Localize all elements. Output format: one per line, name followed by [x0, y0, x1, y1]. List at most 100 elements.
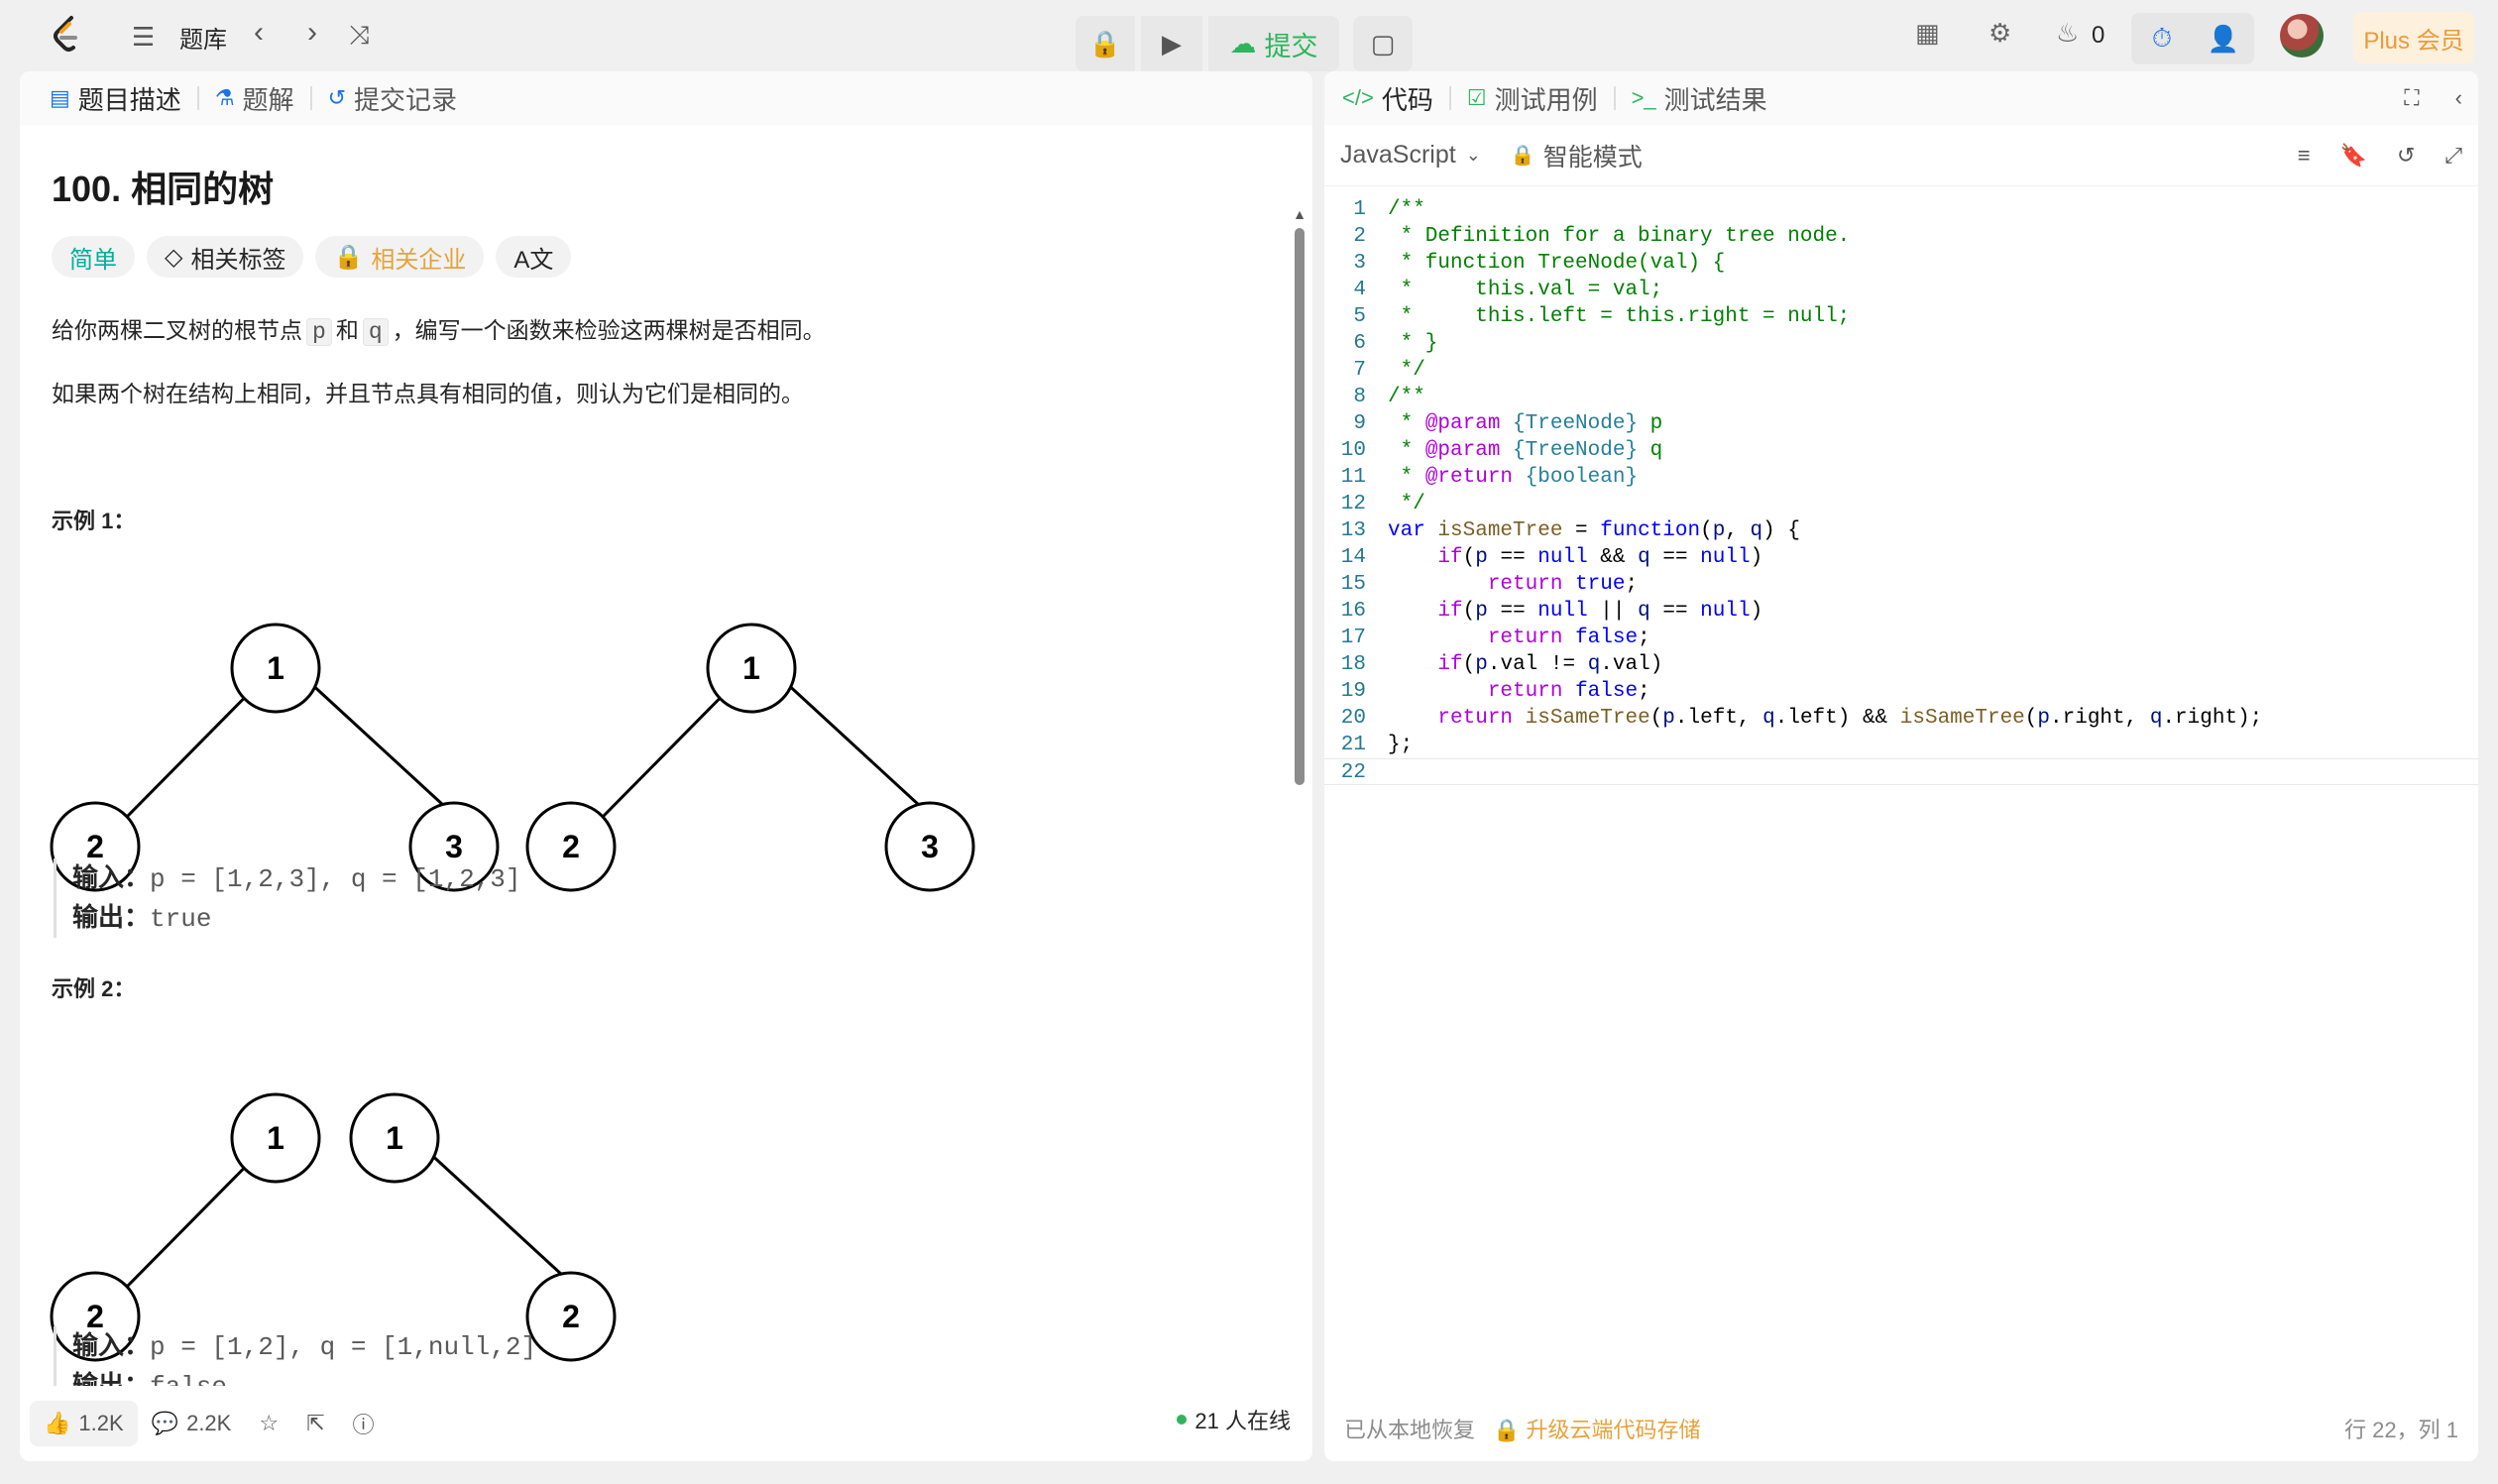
run-button[interactable]: ▶: [1141, 16, 1202, 71]
line-number: 20: [1340, 707, 1366, 730]
next-problem-icon[interactable]: ›: [307, 16, 317, 50]
code-text: var isSameTree = function(p, q) {: [1388, 519, 1800, 542]
code-line[interactable]: 16 if(p == null || q == null): [1324, 598, 2478, 625]
tab-testcases-label: 测试用例: [1494, 84, 1598, 115]
chevron-down-icon: ⌄: [1465, 145, 1481, 165]
code-line[interactable]: 2 * Definition for a binary tree node.: [1324, 223, 2478, 250]
code-line[interactable]: 14 if(p == null && q == null): [1324, 544, 2478, 571]
favorite-button[interactable]: ☆: [245, 1401, 292, 1446]
format-icon[interactable]: ≡: [2298, 143, 2311, 169]
code-text: * this.left = this.right = null;: [1388, 305, 1851, 328]
help-button[interactable]: ⓘ: [339, 1398, 389, 1449]
code-text: if(p == null && q == null): [1437, 546, 1763, 569]
leetcode-logo-icon[interactable]: [48, 14, 85, 56]
tree-node: 1: [386, 1120, 403, 1156]
code-line[interactable]: 21};: [1324, 732, 2478, 758]
streak-count: 0: [2092, 22, 2105, 49]
tab-result[interactable]: >_ 测试结果: [1622, 80, 1777, 117]
share-button[interactable]: ⇱: [292, 1401, 338, 1446]
code-line[interactable]: 11 * @return {boolean}: [1324, 464, 2478, 491]
problem-bottom-bar: 👍 1.2K 💬 2.2K ☆ ⇱ ⓘ 21 人在线: [20, 1386, 1312, 1461]
add-friend-icon[interactable]: 👤: [2193, 24, 2254, 55]
code-line[interactable]: 13 var isSameTree = function(p, q) {: [1324, 517, 2478, 544]
code-line[interactable]: 1 /**: [1324, 196, 2478, 223]
inline-code-p: p: [306, 318, 332, 346]
note-button[interactable]: ▢: [1353, 16, 1413, 71]
collapse-icon[interactable]: ‹: [2455, 85, 2462, 111]
timer-icon[interactable]: ⏱: [2131, 23, 2193, 55]
code-line[interactable]: 18 if(p.val != q.val): [1324, 651, 2478, 678]
code-line[interactable]: 15 return true;: [1324, 571, 2478, 598]
language-select[interactable]: JavaScript ⌄: [1340, 141, 1481, 170]
tab-submissions[interactable]: ↺ 提交记录: [318, 80, 467, 117]
code-line[interactable]: 6 * }: [1324, 330, 2478, 357]
top-bar: ☰ 题库 ‹ › ⤨ 🔒 ▶ ☁ 提交 ▢ ▦ ⚙ ♨ 0 ⏱ 👤 Plus 会…: [0, 0, 2498, 71]
code-line[interactable]: 5 * this.left = this.right = null;: [1324, 303, 2478, 330]
smart-mode-toggle[interactable]: 🔒 智能模式: [1511, 138, 1643, 173]
layout-icon[interactable]: ▦: [1915, 18, 1940, 49]
comment-icon: 💬: [151, 1411, 179, 1435]
upgrade-storage-link[interactable]: 🔒 升级云端代码存储: [1493, 1413, 1701, 1444]
scrollbar-thumb[interactable]: [1295, 228, 1305, 785]
code-line[interactable]: 3 * function TreeNode(val) {: [1324, 250, 2478, 277]
translate-button[interactable]: A文: [496, 236, 572, 278]
bookmark-icon[interactable]: 🔖: [2340, 143, 2367, 169]
input-label: 输入：: [72, 862, 151, 892]
code-line[interactable]: 17 return false;: [1324, 625, 2478, 651]
line-number: 8: [1353, 386, 1366, 408]
streak-flame-icon[interactable]: ♨: [2056, 18, 2079, 49]
share-icon: ⇱: [306, 1411, 325, 1435]
example-1-io: 输入：p = [1,2,3], q = [1,2,3] 输出：true: [54, 858, 520, 938]
plus-membership-button[interactable]: Plus 会员: [2353, 12, 2474, 63]
code-line[interactable]: 22: [1324, 758, 2478, 785]
problem-list-icon[interactable]: ☰: [132, 22, 155, 53]
code-line[interactable]: 7 */: [1324, 357, 2478, 384]
line-number: 10: [1340, 439, 1366, 462]
code-line[interactable]: 20 return isSameTree(p.left, q.left) && …: [1324, 705, 2478, 732]
inline-code-q: q: [362, 318, 389, 346]
comments-button[interactable]: 💬 2.2K: [138, 1401, 246, 1446]
code-line[interactable]: 19 return false;: [1324, 678, 2478, 705]
code-icon: </>: [1342, 85, 1374, 110]
related-companies-button[interactable]: 🔒 相关企业: [315, 236, 485, 278]
code-text: */: [1388, 493, 1425, 515]
debug-button[interactable]: 🔒: [1076, 16, 1135, 71]
line-number: 16: [1340, 600, 1366, 623]
tab-solutions[interactable]: ⚗ 题解: [205, 80, 304, 117]
code-line[interactable]: 4 * this.val = val;: [1324, 277, 2478, 303]
like-button[interactable]: 👍 1.2K: [30, 1401, 138, 1446]
checkbox-icon: ☑: [1466, 85, 1487, 110]
lock-icon: 🔒: [1510, 145, 1535, 167]
code-text: * Definition for a binary tree node.: [1388, 225, 1851, 248]
line-number: 6: [1353, 332, 1366, 355]
random-problem-icon[interactable]: ⤨: [349, 20, 370, 52]
code-text: * }: [1388, 332, 1438, 355]
restored-label: 已从本地恢复: [1344, 1418, 1476, 1442]
code-line[interactable]: 8 /**: [1324, 384, 2478, 410]
fullscreen-icon[interactable]: ⤢: [2444, 143, 2462, 169]
reset-icon[interactable]: ↺: [2397, 143, 2415, 169]
settings-gear-icon[interactable]: ⚙: [1988, 18, 2011, 49]
line-number: 12: [1340, 493, 1366, 515]
related-tags-button[interactable]: ◇ 相关标签: [147, 236, 304, 278]
problem-list-link[interactable]: 题库: [179, 20, 227, 55]
tab-testcases[interactable]: ☑ 测试用例: [1457, 80, 1608, 117]
code-line[interactable]: 10 * @param {TreeNode} q: [1324, 437, 2478, 464]
user-avatar[interactable]: [2280, 14, 2324, 57]
tab-description[interactable]: ▤ 题目描述: [40, 80, 191, 117]
submit-button[interactable]: ☁ 提交: [1208, 16, 1339, 71]
code-line[interactable]: 12 */: [1324, 491, 2478, 517]
line-number: 5: [1353, 305, 1366, 328]
tab-code[interactable]: </> 代码: [1332, 80, 1443, 117]
maximize-icon[interactable]: ⛶: [2404, 85, 2419, 111]
help-icon: ⓘ: [352, 1413, 375, 1437]
code-line[interactable]: 9 * @param {TreeNode} p: [1324, 410, 2478, 437]
code-editor[interactable]: 1/** 2 * Definition for a binary tree nod…: [1324, 196, 2478, 785]
history-icon: ↺: [327, 85, 346, 110]
tree-node: 1: [267, 1120, 284, 1156]
tab-solutions-label: 题解: [242, 84, 294, 115]
desc-text: ，编写一个函数来检验这两棵树是否相同。: [392, 317, 826, 343]
prev-problem-icon[interactable]: ‹: [254, 16, 264, 50]
scroll-up-icon[interactable]: ▲: [1293, 206, 1306, 222]
difficulty-badge: 简单: [52, 236, 135, 278]
